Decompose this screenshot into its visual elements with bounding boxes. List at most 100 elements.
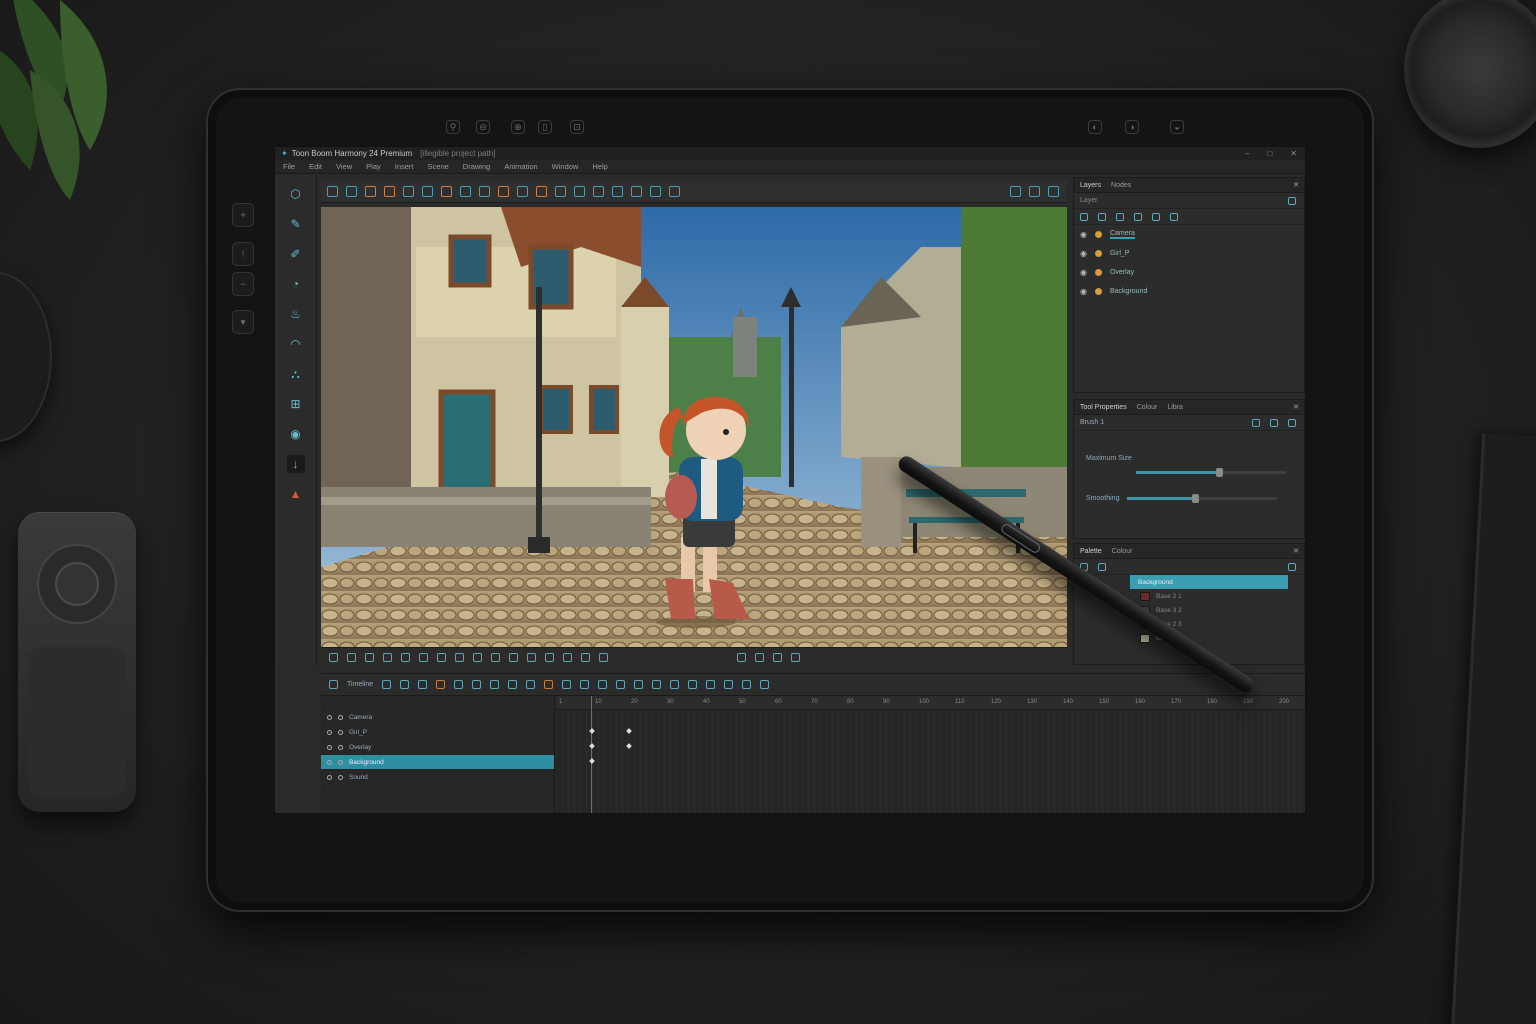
- dropper-tool-icon[interactable]: ◉: [287, 425, 305, 443]
- palette-swatch-row[interactable]: Base 2 3: [1074, 617, 1304, 631]
- layer-row[interactable]: ◉ Camera: [1074, 225, 1304, 244]
- timeline-tool-icon[interactable]: [526, 680, 536, 689]
- timeline-layer-row[interactable]: Girl_P: [321, 725, 554, 740]
- express-key-4[interactable]: ▾: [232, 310, 254, 334]
- cutter-tool-icon[interactable]: ⊞: [287, 395, 305, 413]
- brush-preset-label[interactable]: Brush 1: [1080, 419, 1104, 426]
- tab-nodes[interactable]: Nodes: [1111, 182, 1131, 189]
- menu-window[interactable]: Window: [552, 162, 579, 171]
- view-tool-icon[interactable]: [365, 186, 376, 197]
- timeline-tool-icon[interactable]: [688, 680, 698, 689]
- visibility-icon[interactable]: [327, 714, 332, 720]
- menu-scene[interactable]: Scene: [428, 162, 449, 171]
- tab-colour[interactable]: Colour: [1137, 404, 1158, 411]
- footer-tool-icon[interactable]: [737, 653, 746, 662]
- timeline-tool-icon[interactable]: [436, 680, 446, 689]
- palette-swatch-row[interactable]: Background: [1130, 575, 1288, 589]
- timeline-layer-row[interactable]: Camera: [321, 710, 554, 725]
- timeline-tool-icon[interactable]: [562, 680, 572, 689]
- menu-file[interactable]: File: [283, 162, 295, 171]
- timeline-tool-icon[interactable]: [382, 680, 392, 689]
- visibility-eye-icon[interactable]: ◉: [1080, 287, 1087, 296]
- footer-tool-icon[interactable]: [527, 653, 536, 662]
- view-tool-icon[interactable]: [536, 186, 547, 197]
- timeline-tool-icon[interactable]: [454, 680, 464, 689]
- visibility-eye-icon[interactable]: ◉: [1080, 249, 1087, 258]
- footer-tool-icon[interactable]: [329, 653, 338, 662]
- timeline-tool-icon[interactable]: [652, 680, 662, 689]
- view-tool-icon[interactable]: [403, 186, 414, 197]
- timeline-layer-row[interactable]: Background: [321, 755, 554, 770]
- select-tool-icon[interactable]: ⬡: [287, 185, 305, 203]
- menu-view[interactable]: View: [336, 162, 352, 171]
- footer-tool-icon[interactable]: [509, 653, 518, 662]
- tab-library[interactable]: Libra: [1167, 404, 1183, 411]
- footer-tool-icon[interactable]: [545, 653, 554, 662]
- timeline-tool-icon[interactable]: [598, 680, 608, 689]
- preset-option-icon[interactable]: [1288, 418, 1296, 427]
- footer-tool-icon[interactable]: [347, 653, 356, 662]
- visibility-eye-icon[interactable]: ◉: [1080, 268, 1087, 277]
- footer-tool-icon[interactable]: [401, 653, 410, 662]
- visibility-eye-icon[interactable]: ◉: [1080, 230, 1087, 239]
- footer-tool-icon[interactable]: [581, 653, 590, 662]
- visibility-icon[interactable]: [327, 774, 332, 780]
- footer-tool-icon[interactable]: [773, 653, 782, 662]
- footer-tool-icon[interactable]: [455, 653, 464, 662]
- layer-option-icon[interactable]: [1170, 212, 1178, 221]
- tablet-button-2[interactable]: ⊖: [476, 120, 490, 134]
- timeline-tool-icon[interactable]: [616, 680, 626, 689]
- layer-option-icon[interactable]: [1152, 212, 1160, 221]
- footer-tool-icon[interactable]: [383, 653, 392, 662]
- smoothing-slider[interactable]: [1127, 493, 1278, 503]
- close-panel-icon[interactable]: ✕: [1293, 403, 1299, 411]
- paint-tool-icon[interactable]: ♨: [287, 305, 305, 323]
- lock-icon[interactable]: [338, 714, 343, 720]
- footer-tool-icon[interactable]: [437, 653, 446, 662]
- view-tool-icon[interactable]: [517, 186, 528, 197]
- layer-option-icon[interactable]: [1134, 212, 1142, 221]
- view-tool-icon[interactable]: [631, 186, 642, 197]
- footer-tool-icon[interactable]: [419, 653, 428, 662]
- timeline-tool-icon[interactable]: [724, 680, 734, 689]
- timeline-tool-icon[interactable]: [760, 680, 770, 689]
- camera-view-canvas[interactable]: [321, 207, 1067, 647]
- colour-swatch-icon[interactable]: ▲: [287, 485, 305, 503]
- close-button[interactable]: ✕: [1290, 149, 1297, 158]
- menu-animation[interactable]: Animation: [504, 162, 537, 171]
- view-tool-icon[interactable]: [384, 186, 395, 197]
- timeline-frames[interactable]: 1 10 20 30 40 50 60 70 80 90 100 110 120 130 140 150 160…: [557, 696, 1305, 813]
- menu-insert[interactable]: Insert: [395, 162, 414, 171]
- visibility-icon[interactable]: [327, 729, 332, 735]
- timeline-tool-icon[interactable]: [544, 680, 554, 689]
- eraser-tool-icon[interactable]: ◔: [287, 275, 305, 293]
- keyframe[interactable]: [626, 743, 632, 749]
- view-tool-icon[interactable]: [441, 186, 452, 197]
- menu-help[interactable]: Help: [592, 162, 607, 171]
- express-key-3[interactable]: −: [232, 272, 254, 296]
- timeline-tool-icon[interactable]: [742, 680, 752, 689]
- view-tool-icon[interactable]: [498, 186, 509, 197]
- timeline-layer-row[interactable]: Overlay: [321, 740, 554, 755]
- layer-row[interactable]: ◉ Girl_P: [1074, 244, 1304, 263]
- view-tool-icon[interactable]: [1010, 186, 1021, 197]
- menu-edit[interactable]: Edit: [309, 162, 322, 171]
- preset-option-icon[interactable]: [1270, 418, 1278, 427]
- timeline-tool-icon[interactable]: [490, 680, 500, 689]
- timeline-tool-icon[interactable]: [580, 680, 590, 689]
- tab-palette[interactable]: Palette: [1080, 548, 1102, 555]
- view-tool-icon[interactable]: [669, 186, 680, 197]
- timeline-tool-icon[interactable]: [418, 680, 428, 689]
- timeline-tool-icon[interactable]: [472, 680, 482, 689]
- timeline-tool-icon[interactable]: [400, 680, 410, 689]
- tablet-button-7[interactable]: ◑: [1125, 120, 1139, 134]
- express-key-2[interactable]: ⁝: [232, 242, 254, 266]
- timeline-layer-row[interactable]: [321, 696, 554, 710]
- close-panel-icon[interactable]: ✕: [1293, 181, 1299, 189]
- view-tool-icon[interactable]: [422, 186, 433, 197]
- footer-tool-icon[interactable]: [491, 653, 500, 662]
- footer-tool-icon[interactable]: [755, 653, 764, 662]
- timeline-tool-icon[interactable]: [670, 680, 680, 689]
- visibility-icon[interactable]: [327, 744, 332, 750]
- layer-row[interactable]: ◉ Overlay: [1074, 263, 1304, 282]
